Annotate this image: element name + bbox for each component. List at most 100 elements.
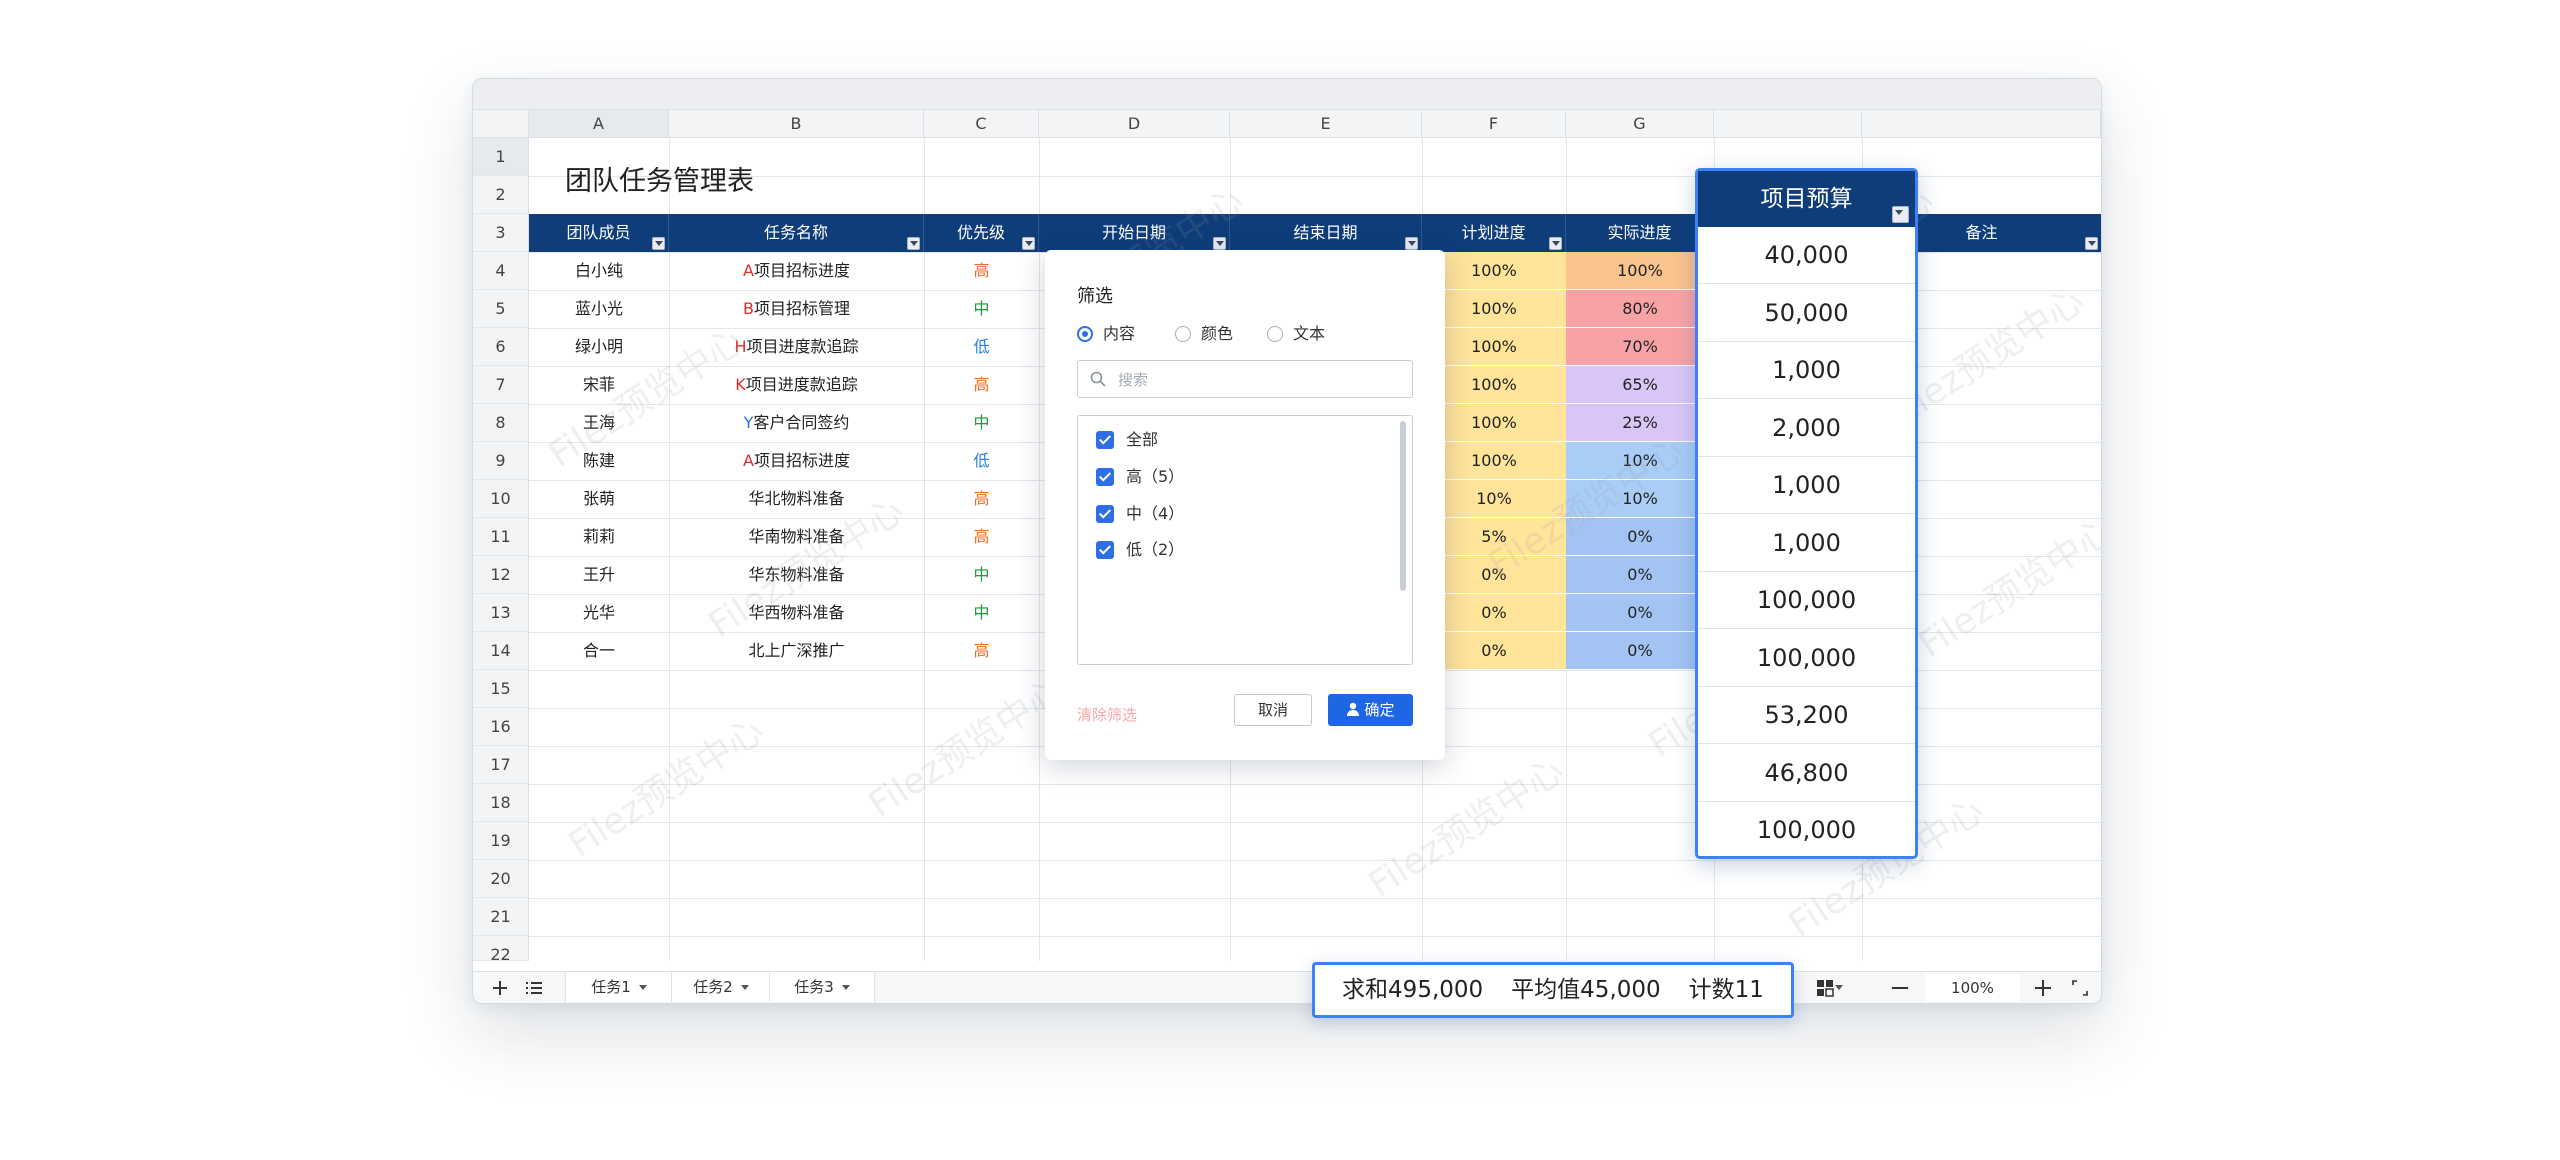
filter-mode-text[interactable]: 文本: [1267, 322, 1325, 346]
row-header[interactable]: 15: [473, 670, 529, 708]
checkbox-checked-icon[interactable]: [1096, 505, 1114, 523]
row-header[interactable]: 17: [473, 746, 529, 784]
header-start-date[interactable]: 开始日期: [1039, 214, 1230, 252]
cell-actual-progress[interactable]: 10%: [1566, 442, 1714, 480]
filter-option-mid[interactable]: 中（4）: [1096, 502, 1184, 526]
filter-mode-color[interactable]: 颜色: [1175, 322, 1233, 346]
filter-icon[interactable]: [1549, 237, 1562, 250]
column-header-d[interactable]: D: [1039, 110, 1230, 138]
cell-priority[interactable]: 高: [924, 252, 1039, 290]
row-header[interactable]: 3: [473, 214, 529, 252]
budget-cell[interactable]: 40,000: [1698, 227, 1915, 284]
cell-task[interactable]: 华东物料准备: [669, 556, 924, 594]
cell-priority[interactable]: 高: [924, 366, 1039, 404]
budget-cell[interactable]: 53,200: [1698, 687, 1915, 744]
row-header[interactable]: 8: [473, 404, 529, 442]
row-header[interactable]: 22: [473, 936, 529, 964]
filter-icon[interactable]: [907, 237, 920, 250]
filter-mode-content[interactable]: 内容: [1077, 322, 1135, 346]
filter-icon[interactable]: [1213, 237, 1226, 250]
filter-option-low[interactable]: 低（2）: [1096, 538, 1184, 562]
row-header[interactable]: 21: [473, 898, 529, 936]
checkbox-checked-icon[interactable]: [1096, 468, 1114, 486]
row-header[interactable]: 1: [473, 138, 529, 176]
budget-cell[interactable]: 1,000: [1698, 342, 1915, 399]
cell-member[interactable]: 宋菲: [529, 366, 669, 404]
row-header[interactable]: 16: [473, 708, 529, 746]
cell-member[interactable]: 陈建: [529, 442, 669, 480]
column-header-e[interactable]: E: [1230, 110, 1422, 138]
cell-actual-progress[interactable]: 25%: [1566, 404, 1714, 442]
cancel-button[interactable]: 取消: [1234, 694, 1312, 726]
confirm-button[interactable]: 确定: [1328, 694, 1413, 726]
row-header[interactable]: 2: [473, 176, 529, 214]
row-header[interactable]: 20: [473, 860, 529, 898]
cell-task[interactable]: 华北物料准备: [669, 480, 924, 518]
cell-priority[interactable]: 高: [924, 480, 1039, 518]
row-header[interactable]: 19: [473, 822, 529, 860]
column-header-g[interactable]: G: [1566, 110, 1714, 138]
zoom-level[interactable]: 100%: [1925, 974, 2020, 1002]
row-header[interactable]: 12: [473, 556, 529, 594]
cell-member[interactable]: 王升: [529, 556, 669, 594]
cell-task[interactable]: A项目招标进度: [669, 442, 924, 480]
column-header-b[interactable]: B: [669, 110, 924, 138]
view-mode-icon[interactable]: [1816, 979, 1834, 997]
filter-list-scrollbar[interactable]: [1400, 421, 1406, 591]
sheet-tab-3[interactable]: 任务3: [769, 972, 875, 1002]
row-header[interactable]: 10: [473, 480, 529, 518]
cell-member[interactable]: 光华: [529, 594, 669, 632]
cell-member[interactable]: 蓝小光: [529, 290, 669, 328]
budget-cell[interactable]: 1,000: [1698, 515, 1915, 572]
select-all-corner[interactable]: [473, 110, 529, 138]
filter-icon[interactable]: [2085, 237, 2098, 250]
header-actual-progress[interactable]: 实际进度: [1566, 214, 1714, 252]
filter-search-input[interactable]: [1116, 365, 1400, 395]
filter-icon[interactable]: [1022, 237, 1035, 250]
column-header-a[interactable]: A: [529, 110, 669, 138]
header-task[interactable]: 任务名称: [669, 214, 924, 252]
cell-priority[interactable]: 低: [924, 442, 1039, 480]
header-member[interactable]: 团队成员: [529, 214, 669, 252]
sheet-tab-1[interactable]: 任务1: [565, 972, 673, 1002]
row-header[interactable]: 11: [473, 518, 529, 556]
cell-task[interactable]: 华南物料准备: [669, 518, 924, 556]
filter-icon[interactable]: [1405, 237, 1418, 250]
cell-task[interactable]: A项目招标进度: [669, 252, 924, 290]
filter-icon[interactable]: [652, 237, 665, 250]
column-header-f[interactable]: F: [1422, 110, 1566, 138]
cell-priority[interactable]: 高: [924, 632, 1039, 670]
row-header[interactable]: 6: [473, 328, 529, 366]
budget-cell[interactable]: 46,800: [1698, 745, 1915, 802]
cell-actual-progress[interactable]: 10%: [1566, 480, 1714, 518]
cell-member[interactable]: 莉莉: [529, 518, 669, 556]
clear-filter-link[interactable]: 清除筛选: [1077, 704, 1137, 725]
cell-task[interactable]: K项目进度款追踪: [669, 366, 924, 404]
budget-cell[interactable]: 2,000: [1698, 400, 1915, 457]
column-header-h[interactable]: [1714, 110, 1862, 138]
zoom-in-icon[interactable]: [2035, 980, 2051, 996]
filter-icon[interactable]: [1892, 206, 1909, 223]
cell-member[interactable]: 张萌: [529, 480, 669, 518]
filter-options-list[interactable]: 全部 高（5） 中（4） 低（2）: [1077, 415, 1413, 665]
cell-actual-progress[interactable]: 65%: [1566, 366, 1714, 404]
row-header[interactable]: 13: [473, 594, 529, 632]
zoom-out-icon[interactable]: [1892, 986, 1908, 990]
cell-task[interactable]: B项目招标管理: [669, 290, 924, 328]
cell-priority[interactable]: 中: [924, 556, 1039, 594]
cell-task[interactable]: Y客户合同签约: [669, 404, 924, 442]
row-header[interactable]: 7: [473, 366, 529, 404]
cell-priority[interactable]: 中: [924, 290, 1039, 328]
column-header-c[interactable]: C: [924, 110, 1039, 138]
column-header-i[interactable]: [1862, 110, 2101, 138]
cell-actual-progress[interactable]: 70%: [1566, 328, 1714, 366]
cell-member[interactable]: 王海: [529, 404, 669, 442]
row-header[interactable]: 4: [473, 252, 529, 290]
add-sheet-icon[interactable]: [492, 980, 508, 996]
fullscreen-icon[interactable]: [2072, 980, 2088, 996]
budget-cell[interactable]: 100,000: [1698, 572, 1915, 629]
row-header[interactable]: 5: [473, 290, 529, 328]
checkbox-checked-icon[interactable]: [1096, 431, 1114, 449]
chevron-down-icon[interactable]: [1835, 985, 1843, 990]
cell-priority[interactable]: 低: [924, 328, 1039, 366]
